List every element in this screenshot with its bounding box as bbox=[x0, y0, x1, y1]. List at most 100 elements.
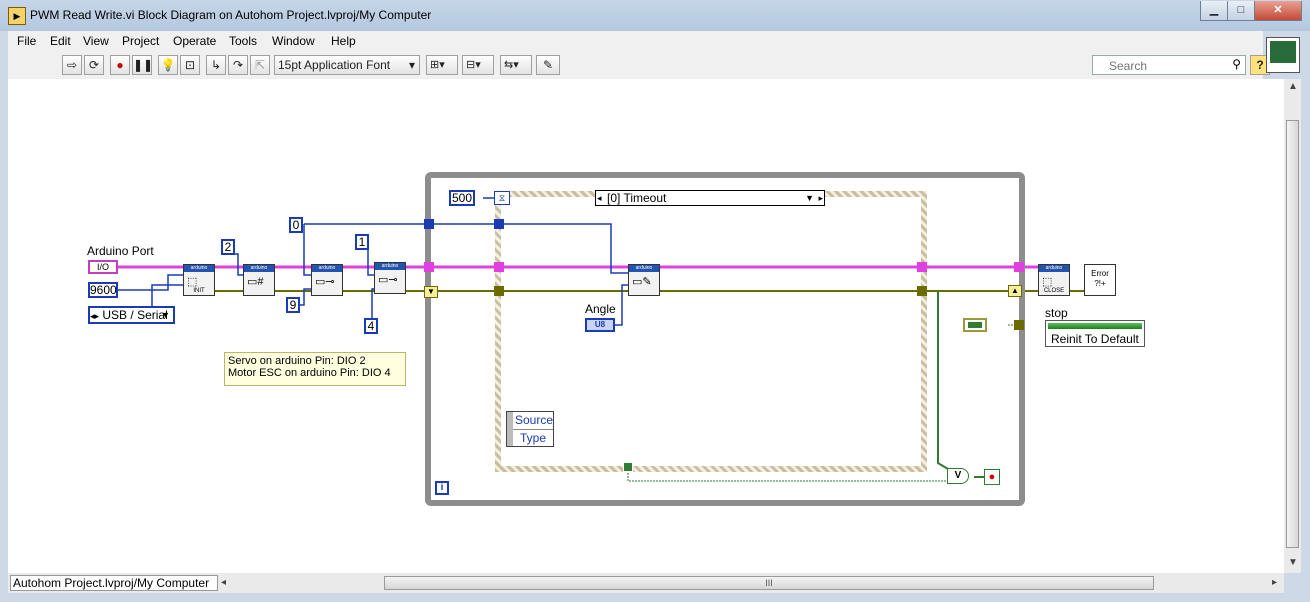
stop-condition-icon[interactable]: ● bbox=[984, 469, 1000, 485]
clean-up-diagram-icon[interactable]: ✎ bbox=[536, 55, 560, 75]
increment-icon[interactable]: ▸ bbox=[818, 191, 823, 205]
reorder-icon[interactable]: ⇆▾ bbox=[500, 55, 532, 75]
init-caption: INIT bbox=[193, 288, 205, 294]
search-input[interactable] bbox=[1107, 58, 1221, 74]
retain-wire-values-icon[interactable]: ⊡ bbox=[180, 55, 200, 75]
angle-label: Angle bbox=[585, 302, 616, 316]
menu-project[interactable]: Project bbox=[122, 34, 159, 48]
or-gate[interactable]: V bbox=[947, 468, 969, 484]
abort-icon[interactable]: ● bbox=[110, 55, 130, 75]
pencil-icon: ▭✎ bbox=[632, 276, 652, 288]
angle-control[interactable]: U8 bbox=[585, 318, 615, 332]
vertical-scroll-thumb[interactable] bbox=[1286, 120, 1299, 548]
servo-write-vi[interactable]: arduino ▭✎ bbox=[628, 264, 660, 296]
increment-icon[interactable]: ◂▸ bbox=[90, 311, 99, 321]
vi-header: arduino bbox=[244, 265, 274, 272]
menu-operate[interactable]: Operate bbox=[173, 34, 216, 48]
vi-header: arduino bbox=[184, 265, 214, 272]
menu-view[interactable]: View bbox=[83, 34, 109, 48]
constant-0[interactable]: 0 bbox=[289, 217, 303, 233]
event-tunnel-pink-out[interactable] bbox=[917, 262, 927, 272]
scroll-up-icon[interactable]: ▲ bbox=[1288, 81, 1298, 92]
highlight-execution-icon[interactable]: 💡 bbox=[158, 55, 178, 75]
serial-icon: ⬚ bbox=[187, 276, 198, 288]
comment-line: Motor ESC on arduino Pin: DIO 4 bbox=[228, 367, 391, 379]
iteration-terminal[interactable]: i bbox=[435, 481, 449, 495]
minimize-button[interactable]: ▁ bbox=[1200, 1, 1228, 21]
simple-error-handler[interactable]: Error ?!+ bbox=[1084, 264, 1116, 296]
close-button[interactable]: ✕ bbox=[1254, 1, 1302, 21]
servo-icon: ▭⊸ bbox=[378, 274, 398, 286]
run-continuously-icon[interactable]: ⟳ bbox=[84, 55, 104, 75]
arduino-port-label: Arduino Port bbox=[87, 244, 154, 258]
shift-register-left[interactable]: ▼ bbox=[424, 286, 438, 298]
shift-register-right[interactable]: ▲ bbox=[1008, 285, 1022, 297]
event-tunnel-error[interactable] bbox=[494, 286, 504, 296]
arduino-port-control[interactable]: I/O bbox=[88, 260, 118, 274]
event-tunnel-blue[interactable] bbox=[494, 219, 504, 229]
tunnel-right-lower[interactable] bbox=[1014, 320, 1024, 330]
step-over-icon[interactable]: ↷ bbox=[228, 55, 248, 75]
event-data-type: Type bbox=[520, 431, 547, 445]
project-context-label[interactable]: Autohom Project.lvproj/My Computer bbox=[10, 575, 218, 591]
menu-file[interactable]: File bbox=[17, 34, 36, 48]
constant-4[interactable]: 4 bbox=[364, 318, 378, 334]
invoke-node[interactable]: Reinit To Default bbox=[1045, 320, 1145, 347]
constant-1[interactable]: 1 bbox=[355, 234, 369, 250]
hash-icon: ▭# bbox=[247, 276, 264, 288]
servo-open-vi[interactable]: arduino ▭⊸ bbox=[311, 264, 343, 296]
align-objects-icon[interactable]: ⊞▾ bbox=[426, 55, 458, 75]
arduino-set-pin-vi[interactable]: arduino ▭# bbox=[243, 264, 275, 296]
step-out-icon[interactable]: ⇱ bbox=[250, 55, 270, 75]
font-select-value: 15pt Application Font bbox=[278, 58, 391, 72]
error-handler-label: Error bbox=[1091, 269, 1109, 278]
search-box[interactable]: ⚲ bbox=[1092, 55, 1246, 75]
blue-tunnel-left[interactable] bbox=[424, 219, 434, 229]
stop-tunnel[interactable] bbox=[623, 462, 633, 472]
constant-9[interactable]: 9 bbox=[286, 297, 300, 313]
scroll-down-icon[interactable]: ▼ bbox=[1288, 557, 1298, 568]
vi-icon-graphic bbox=[1270, 41, 1296, 63]
serial-icon: ⬚ bbox=[1042, 276, 1053, 288]
stop-terminal[interactable] bbox=[963, 318, 987, 332]
arduino-init-vi[interactable]: arduino ⬚ INIT bbox=[183, 264, 215, 296]
menu-window[interactable]: Window bbox=[272, 34, 315, 48]
event-structure[interactable] bbox=[495, 191, 927, 472]
pink-tunnel-left[interactable] bbox=[424, 262, 434, 272]
pin-constant-2[interactable]: 2 bbox=[221, 239, 235, 255]
event-tunnel-error-out[interactable] bbox=[917, 286, 927, 296]
horizontal-scroll-thumb[interactable]: III bbox=[384, 576, 1154, 590]
font-select[interactable]: 15pt Application Font ▾ bbox=[274, 55, 420, 75]
comment-line: Servo on arduino Pin: DIO 2 bbox=[228, 355, 366, 367]
arduino-close-vi[interactable]: arduino ⬚ CLOSE bbox=[1038, 264, 1070, 296]
scroll-right-icon[interactable]: ▸ bbox=[1272, 577, 1277, 588]
connection-type-enum[interactable]: ◂▸ USB / Serial ▼ bbox=[88, 306, 175, 324]
event-tunnel-pink[interactable] bbox=[494, 262, 504, 272]
vi-header: arduino bbox=[312, 265, 342, 272]
maximize-button[interactable]: □ bbox=[1227, 1, 1255, 21]
servo-attach-vi[interactable]: arduino ▭⊸ bbox=[374, 262, 406, 294]
run-arrow-icon[interactable]: ⇨ bbox=[62, 55, 82, 75]
event-selector[interactable]: ◂ [0] Timeout ▼ ▸ bbox=[595, 190, 825, 206]
block-diagram-canvas[interactable]: Arduino Port I/O 9600 ◂▸ USB / Serial ▼ … bbox=[8, 79, 1284, 573]
scroll-left-icon[interactable]: ◂ bbox=[221, 577, 226, 588]
menu-help[interactable]: Help bbox=[331, 34, 356, 48]
pink-tunnel-right[interactable] bbox=[1014, 262, 1024, 272]
timeout-constant[interactable]: 500 bbox=[449, 190, 475, 206]
step-into-icon[interactable]: ↳ bbox=[206, 55, 226, 75]
search-icon[interactable]: ⚲ bbox=[1232, 57, 1241, 71]
event-data-source: Source bbox=[515, 413, 554, 427]
pause-icon[interactable]: ❚❚ bbox=[132, 55, 153, 75]
menu-tools[interactable]: Tools bbox=[229, 34, 257, 48]
decrement-icon[interactable]: ◂ bbox=[597, 191, 602, 205]
distribute-objects-icon[interactable]: ⊟▾ bbox=[462, 55, 494, 75]
stop-label: stop bbox=[1045, 306, 1068, 320]
servo-icon: ▭⊸ bbox=[315, 276, 335, 288]
event-data-node[interactable]: Source Type bbox=[506, 411, 554, 447]
hourglass-icon[interactable]: ⧖ bbox=[494, 191, 510, 205]
stop-terminal-glyph bbox=[968, 322, 982, 328]
baud-rate-constant[interactable]: 9600 bbox=[88, 282, 118, 298]
vi-connector-icon[interactable] bbox=[1266, 37, 1300, 73]
chevron-down-icon[interactable]: ▼ bbox=[805, 191, 814, 205]
menu-edit[interactable]: Edit bbox=[50, 34, 71, 48]
